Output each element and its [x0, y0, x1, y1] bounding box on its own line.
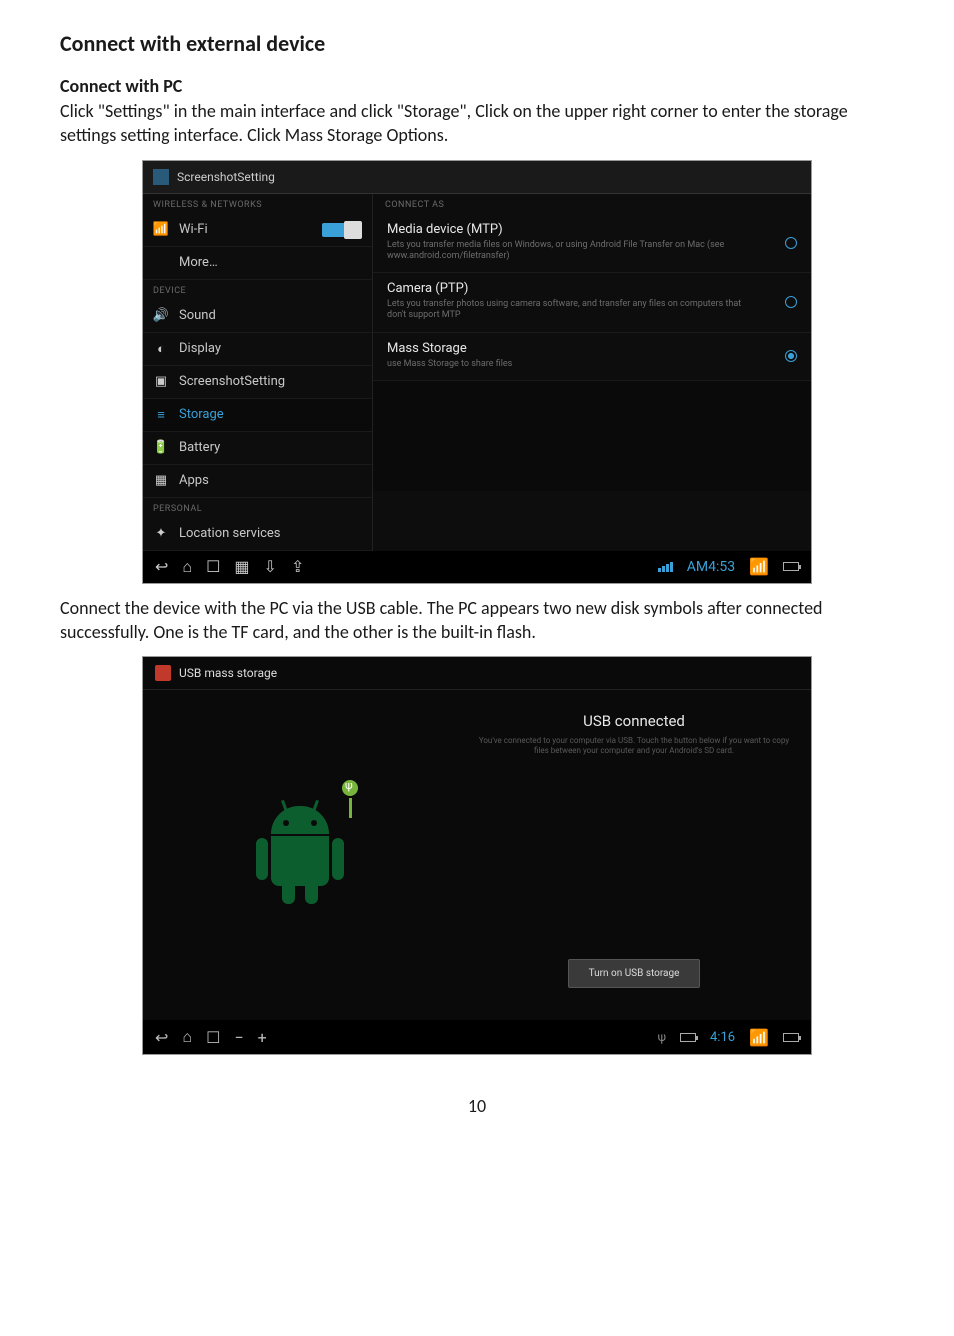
ptp-desc: Lets you transfer photos using camera so…: [387, 299, 747, 322]
screenshot-settings: ScreenshotSetting WIRELESS & NETWORKS 📶 …: [142, 160, 812, 584]
back-softkey[interactable]: ↩: [155, 557, 168, 576]
window-title: ScreenshotSetting: [177, 170, 275, 184]
mtp-desc: Lets you transfer media files on Windows…: [387, 240, 747, 263]
sidebar-item-wifi[interactable]: 📶 Wi-Fi: [143, 214, 372, 247]
mass-title: Mass Storage: [387, 341, 797, 356]
recents-softkey[interactable]: ☐: [206, 1028, 220, 1047]
back-softkey[interactable]: ↩: [155, 1028, 168, 1047]
turn-on-usb-storage-button[interactable]: Turn on USB storage: [568, 959, 701, 988]
mid-paragraph: Connect the device with the PC via the U…: [60, 596, 894, 645]
wifi-icon: 📶: [153, 222, 169, 238]
vol-down-softkey[interactable]: −: [234, 1028, 243, 1047]
option-mass-storage[interactable]: Mass Storage use Mass Storage to share f…: [373, 333, 811, 381]
sidebar-item-sound[interactable]: 🔊 Sound: [143, 300, 372, 333]
sidebar-item-screenshot[interactable]: ▣ ScreenshotSetting: [143, 366, 372, 399]
usb-app-icon: [155, 665, 171, 681]
blank-icon: [153, 255, 169, 271]
system-bar: ↩ ⌂ ☐ ▦ ⇩ ⇪ AM4:53 📶: [143, 551, 811, 583]
vol-up-softkey[interactable]: +: [258, 1028, 267, 1047]
more-label: More…: [179, 255, 218, 270]
battery-status-icon: [783, 562, 799, 571]
settings-slider-icon: [153, 169, 169, 185]
display-icon: ◐: [153, 341, 169, 357]
category-personal: PERSONAL: [143, 498, 372, 518]
wifi-status-icon: 📶: [749, 557, 769, 576]
vol-up-softkey[interactable]: ⇪: [291, 557, 304, 576]
window-title: USB mass storage: [179, 666, 277, 680]
settings-detail-pane: CONNECT AS Media device (MTP) Lets you t…: [373, 194, 811, 551]
home-softkey[interactable]: ⌂: [182, 1027, 192, 1047]
ptp-title: Camera (PTP): [387, 281, 797, 296]
battery-icon: 🔋: [153, 440, 169, 456]
intro-paragraph: Click "Settings" in the main interface a…: [60, 99, 894, 148]
connect-as-header: CONNECT AS: [373, 194, 811, 214]
system-bar: ↩ ⌂ ☐ − + ψ 4:16 📶: [143, 1020, 811, 1054]
location-label: Location services: [179, 526, 281, 541]
recents-softkey[interactable]: ☐: [206, 557, 220, 576]
storage-label: Storage: [179, 407, 224, 422]
mtp-title: Media device (MTP): [387, 222, 797, 237]
screenshot-icon: ▣: [153, 374, 169, 390]
sound-icon: 🔊: [153, 308, 169, 324]
sidebar-item-battery[interactable]: 🔋 Battery: [143, 432, 372, 465]
location-icon: ✦: [153, 526, 169, 542]
wifi-status-icon: 📶: [749, 1028, 769, 1047]
mtp-radio[interactable]: [785, 237, 797, 249]
mass-radio[interactable]: [785, 350, 797, 362]
battery-status-icon: [680, 1033, 696, 1042]
home-softkey[interactable]: ⌂: [182, 557, 192, 577]
window-titlebar: ScreenshotSetting: [143, 161, 811, 194]
page-number: 10: [60, 1095, 894, 1117]
section-subtitle: Connect with PC: [60, 75, 894, 97]
screenshot-label: ScreenshotSetting: [179, 374, 285, 389]
usb-connector-icon: [342, 782, 358, 818]
wifi-toggle[interactable]: [322, 223, 362, 237]
usb-status-icon: ψ: [658, 1030, 666, 1044]
option-ptp[interactable]: Camera (PTP) Lets you transfer photos us…: [373, 273, 811, 333]
illustration-pane: [143, 690, 457, 1020]
category-wireless: WIRELESS & NETWORKS: [143, 194, 372, 214]
category-device: DEVICE: [143, 280, 372, 300]
display-label: Display: [179, 341, 221, 356]
signal-icon: [658, 562, 673, 572]
sidebar-item-display[interactable]: ◐ Display: [143, 333, 372, 366]
battery-status-icon-2: [783, 1033, 799, 1042]
wifi-label: Wi-Fi: [179, 222, 208, 237]
sidebar-item-location[interactable]: ✦ Location services: [143, 518, 372, 551]
usb-connected-heading: USB connected: [477, 712, 791, 730]
usb-info-pane: USB connected You've connected to your c…: [457, 690, 811, 1020]
ptp-radio[interactable]: [785, 296, 797, 308]
android-robot-icon: [260, 800, 340, 910]
sidebar-item-more[interactable]: More…: [143, 247, 372, 280]
vol-down-softkey[interactable]: ⇩: [264, 557, 277, 576]
status-time: AM4:53: [687, 559, 735, 575]
window-titlebar: USB mass storage: [143, 657, 811, 690]
sidebar-item-apps[interactable]: ▦ Apps: [143, 465, 372, 498]
screenshot-softkey[interactable]: ▦: [234, 557, 249, 576]
usb-connected-desc: You've connected to your computer via US…: [477, 736, 791, 756]
sound-label: Sound: [179, 308, 216, 323]
storage-icon: ≡: [153, 407, 169, 423]
screenshot-usb-storage: USB mass storage USB connected You've co…: [142, 656, 812, 1055]
status-time: 4:16: [710, 1030, 735, 1045]
apps-icon: ▦: [153, 473, 169, 489]
option-mtp[interactable]: Media device (MTP) Lets you transfer med…: [373, 214, 811, 274]
settings-sidebar: WIRELESS & NETWORKS 📶 Wi-Fi More… DEVICE…: [143, 194, 373, 551]
sidebar-item-storage[interactable]: ≡ Storage: [143, 399, 372, 432]
battery-label: Battery: [179, 440, 220, 455]
mass-desc: use Mass Storage to share files: [387, 359, 747, 370]
page-title: Connect with external device: [60, 30, 894, 57]
apps-label: Apps: [179, 473, 209, 488]
